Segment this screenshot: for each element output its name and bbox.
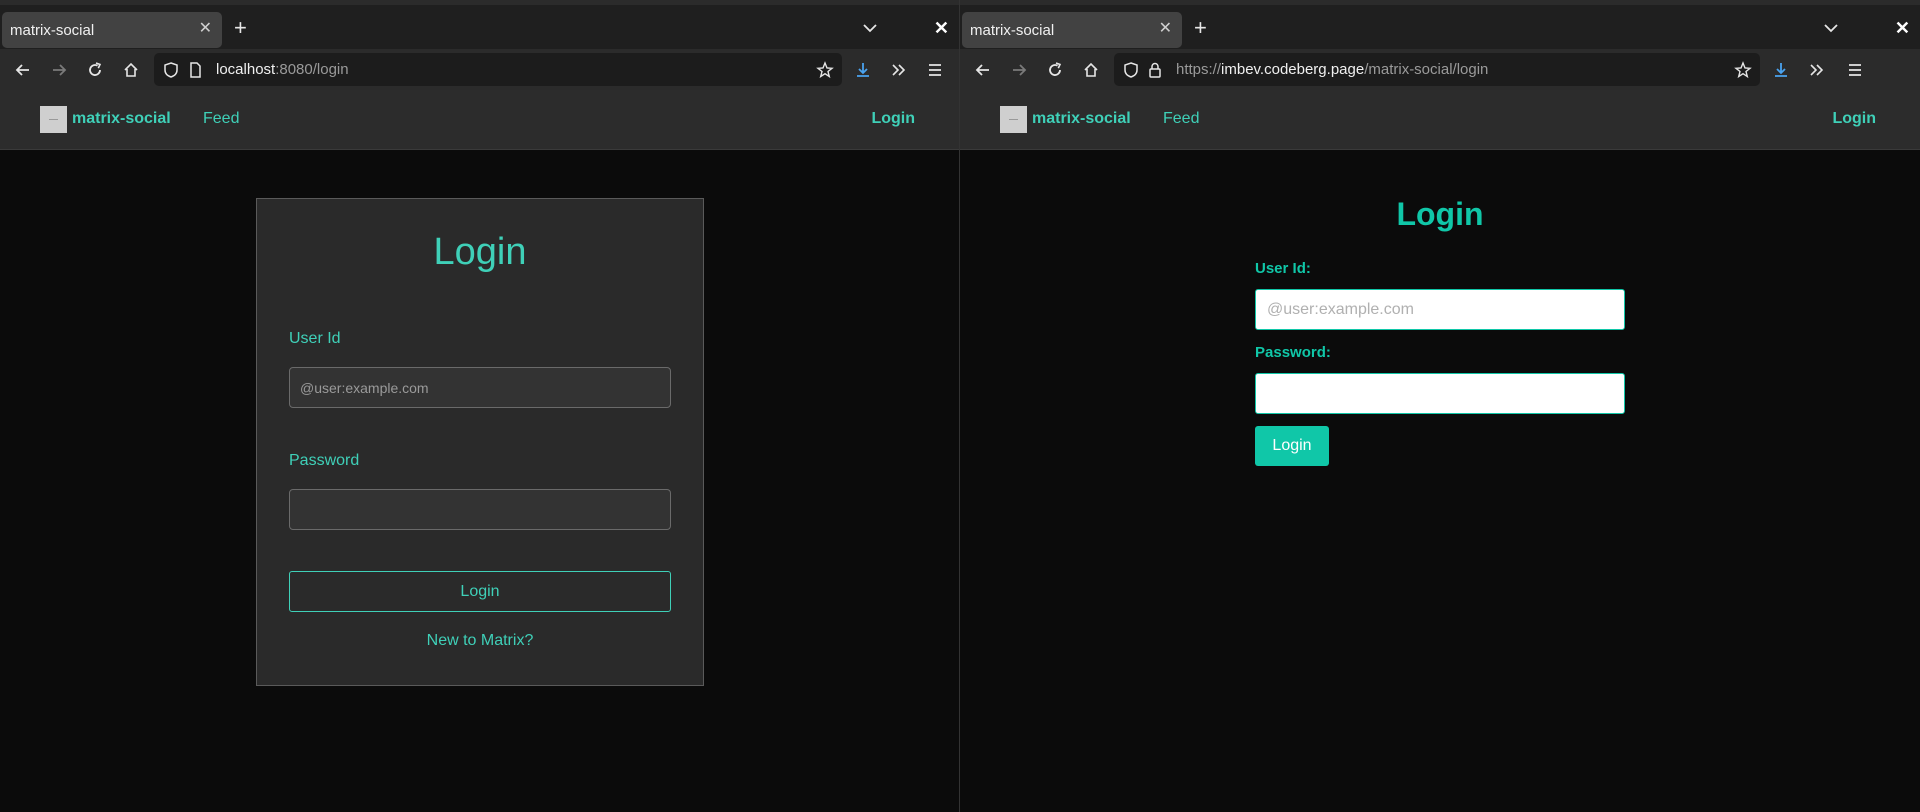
site-header: matrix-social Feed Login (960, 90, 1920, 150)
menu-icon[interactable] (924, 59, 946, 81)
shield-icon[interactable] (1122, 61, 1140, 79)
login-button[interactable]: Login (1255, 426, 1329, 466)
reload-icon[interactable] (1044, 59, 1066, 81)
plus-icon[interactable]: + (234, 17, 247, 39)
home-icon[interactable] (1080, 59, 1102, 81)
user-id-label: User Id: (1255, 260, 1311, 277)
user-id-placeholder: @user:example.com (300, 380, 429, 396)
header-login-link[interactable]: Login (871, 110, 915, 128)
url-scheme: https:// (1176, 61, 1222, 78)
nav-toolbar: localhost:8080/login (0, 49, 959, 90)
tab-strip: matrix-social ✕ + ✕ (0, 0, 959, 49)
tab-active[interactable]: matrix-social ✕ (2, 12, 222, 48)
new-to-matrix-link[interactable]: New to Matrix? (257, 632, 703, 650)
close-icon[interactable]: ✕ (1895, 18, 1910, 38)
chevron-down-icon[interactable] (1822, 21, 1840, 35)
password-label: Password: (1255, 344, 1331, 361)
download-icon[interactable] (1770, 59, 1792, 81)
page-icon (186, 61, 204, 79)
plus-icon[interactable]: + (1194, 17, 1207, 39)
tab-close-icon[interactable]: ✕ (199, 20, 212, 38)
tab-title: matrix-social (970, 22, 1055, 39)
shield-icon[interactable] (162, 61, 180, 79)
url-bar[interactable]: localhost:8080/login (154, 53, 842, 86)
url-host: localhost (216, 61, 276, 78)
home-icon[interactable] (120, 59, 142, 81)
url-bar[interactable]: https://imbev.codeberg.page/matrix-socia… (1114, 53, 1760, 86)
nav-toolbar: https://imbev.codeberg.page/matrix-socia… (960, 49, 1920, 90)
browser-window-left: matrix-social ✕ + ✕ localhost:8080/login… (0, 0, 960, 812)
header-login-link[interactable]: Login (1832, 110, 1876, 128)
forward-icon[interactable] (1008, 59, 1030, 81)
password-label: Password (289, 452, 360, 469)
feed-link[interactable]: Feed (1163, 110, 1199, 128)
tab-strip: matrix-social ✕ + ✕ (960, 0, 1920, 49)
user-id-input[interactable]: @user:example.com (1255, 289, 1625, 330)
tab-close-icon[interactable]: ✕ (1159, 20, 1172, 38)
url-host: imbev.codeberg.page (1221, 61, 1365, 78)
close-icon[interactable]: ✕ (934, 18, 949, 38)
reload-icon[interactable] (84, 59, 106, 81)
url-text: https://imbev.codeberg.page/matrix-socia… (1176, 61, 1488, 78)
login-title: Login (1396, 196, 1484, 232)
overflow-icon[interactable] (888, 59, 910, 81)
browser-window-right: matrix-social ✕ + ✕ https://imbev.codebe… (960, 0, 1920, 812)
tab-title: matrix-social (10, 22, 95, 39)
feed-link[interactable]: Feed (203, 110, 239, 128)
back-icon[interactable] (12, 59, 34, 81)
chevron-down-icon[interactable] (861, 21, 879, 35)
password-input[interactable] (1255, 373, 1625, 414)
back-icon[interactable] (972, 59, 994, 81)
brand-link[interactable]: matrix-social (72, 110, 171, 128)
user-id-placeholder: @user:example.com (1267, 301, 1414, 318)
star-icon[interactable] (816, 61, 834, 79)
login-title: Login (433, 231, 527, 273)
site-header: matrix-social Feed Login (0, 90, 959, 150)
menu-icon[interactable] (1844, 59, 1866, 81)
tab-active[interactable]: matrix-social ✕ (962, 12, 1182, 48)
lock-icon[interactable] (1146, 61, 1164, 79)
url-path: :8080/login (275, 61, 349, 78)
login-button[interactable]: Login (289, 571, 671, 612)
brand-link[interactable]: matrix-social (1032, 110, 1131, 128)
star-icon[interactable] (1734, 61, 1752, 79)
forward-icon[interactable] (48, 59, 70, 81)
password-input[interactable] (289, 489, 671, 530)
user-id-input[interactable]: @user:example.com (289, 367, 671, 408)
logo[interactable] (40, 106, 67, 133)
login-card: Login User Id @user:example.com Password… (256, 198, 704, 686)
screen: matrix-social ✕ + ✕ localhost:8080/login… (0, 0, 1920, 812)
logo[interactable] (1000, 106, 1027, 133)
url-path: /matrix-social/login (1364, 61, 1489, 78)
url-text: localhost:8080/login (216, 61, 349, 78)
overflow-icon[interactable] (1806, 59, 1828, 81)
download-icon[interactable] (852, 59, 874, 81)
user-id-label: User Id (289, 330, 341, 347)
